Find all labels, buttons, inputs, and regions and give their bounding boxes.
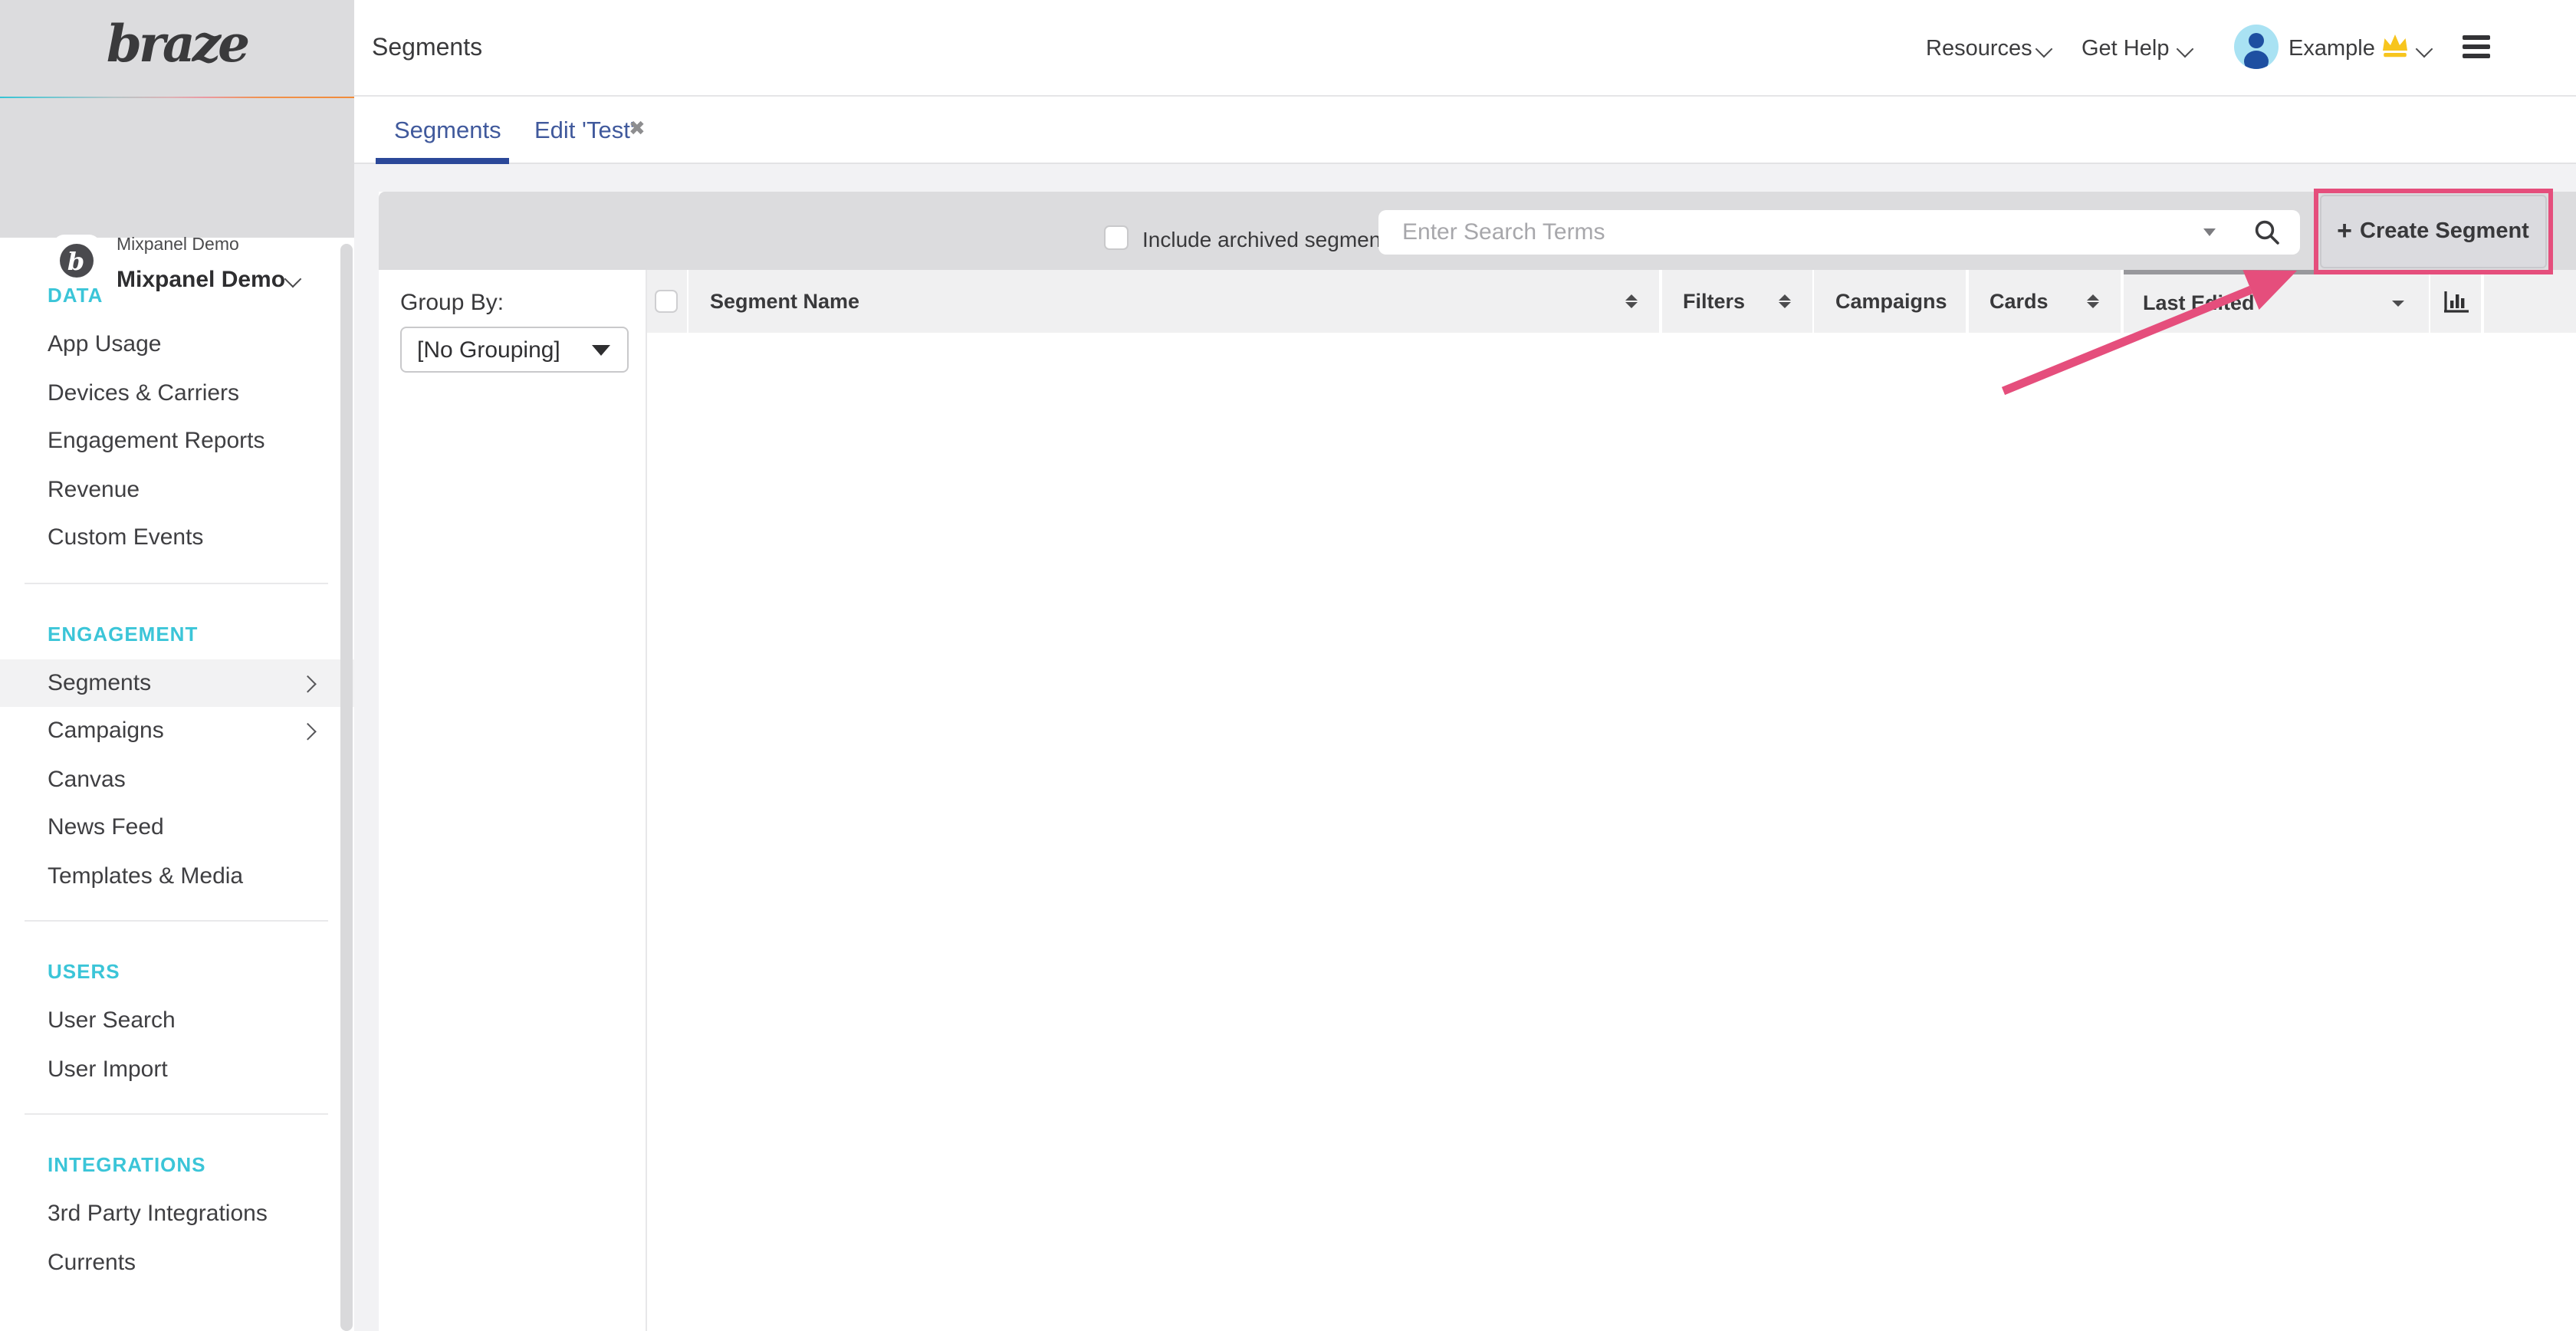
- search-icon[interactable]: [2254, 219, 2280, 245]
- histogram-icon: [2443, 290, 2468, 313]
- panel-divider: [645, 270, 646, 1331]
- sidebar-item-engagement-reports[interactable]: Engagement Reports: [0, 417, 353, 465]
- sidebar-item-app-usage[interactable]: App Usage: [0, 320, 353, 369]
- avatar-icon[interactable]: [2233, 25, 2278, 69]
- sidebar-item-templates-media[interactable]: Templates & Media: [0, 852, 353, 900]
- sidebar-scrollbar[interactable]: [340, 244, 353, 1331]
- column-header-segment-name[interactable]: Segment Name: [688, 270, 1659, 332]
- sidebar-item-custom-events[interactable]: Custom Events: [0, 514, 353, 562]
- sort-icon[interactable]: [1625, 294, 1638, 308]
- sidebar-section-engagement: ENGAGEMENT: [48, 622, 353, 645]
- column-label: Cards: [1990, 290, 2049, 313]
- group-by-dropdown[interactable]: [No Grouping]: [400, 327, 629, 373]
- page-title: Segments: [372, 35, 482, 63]
- column-label: Segment Name: [710, 290, 859, 313]
- sidebar-divider: [25, 920, 327, 922]
- select-all-checkbox[interactable]: [656, 290, 678, 313]
- annotation-rect: [2313, 188, 2553, 274]
- group-by-value: [No Grouping]: [402, 337, 560, 363]
- column-label: Filters: [1683, 290, 1745, 313]
- column-header-analytics[interactable]: [2430, 270, 2481, 332]
- sidebar-item-devices-carriers[interactable]: Devices & Carriers: [0, 369, 353, 417]
- sidebar-item-user-import[interactable]: User Import: [0, 1045, 353, 1093]
- crown-icon: [2380, 32, 2410, 58]
- tab-edit-test[interactable]: Edit 'Test': [534, 118, 635, 146]
- table-header-row: Segment Name Filters Campaigns Cards Las…: [647, 270, 2576, 332]
- close-icon[interactable]: ✖: [629, 118, 646, 141]
- column-label: Campaigns: [1835, 290, 1947, 313]
- column-header-filters[interactable]: Filters: [1661, 270, 1812, 332]
- chevron-right-icon: [300, 723, 316, 739]
- include-archived-checkbox[interactable]: [1104, 225, 1129, 250]
- active-tab-underline: [375, 159, 508, 164]
- sidebar-nav: DATA App Usage Devices & Carriers Engage…: [0, 245, 353, 1287]
- braze-dashboard: braze b Mixpanel Demo Mixpanel Demo DATA…: [0, 0, 2576, 1331]
- column-label: Last Edited: [2143, 292, 2255, 315]
- sidebar-item-revenue[interactable]: Revenue: [0, 465, 353, 514]
- logo-block: braze: [0, 0, 353, 96]
- sidebar-item-3rd-party-integrations[interactable]: 3rd Party Integrations: [0, 1190, 353, 1238]
- sidebar-section-users: USERS: [48, 960, 353, 983]
- sort-icon[interactable]: [2087, 294, 2099, 308]
- user-name[interactable]: Example: [2288, 36, 2375, 61]
- content-strip: [353, 164, 2576, 192]
- sort-icon[interactable]: [1778, 294, 1790, 308]
- group-by-label: Group By:: [400, 290, 504, 316]
- get-help-menu[interactable]: Get Help: [2082, 36, 2169, 61]
- sidebar-item-currents[interactable]: Currents: [0, 1238, 353, 1287]
- search-input[interactable]: [1378, 210, 2300, 254]
- include-archived-label: Include archived segments: [1142, 226, 1398, 251]
- column-header-empty: [2483, 270, 2576, 332]
- sidebar-item-user-search[interactable]: User Search: [0, 997, 353, 1045]
- sidebar-item-canvas[interactable]: Canvas: [0, 755, 353, 804]
- sidebar-item-segments[interactable]: Segments: [0, 659, 353, 707]
- sidebar: braze b Mixpanel Demo Mixpanel Demo DATA…: [0, 0, 353, 1331]
- column-header-cards[interactable]: Cards: [1968, 270, 2121, 332]
- sidebar-item-label: Segments: [48, 669, 151, 695]
- tab-segments[interactable]: Segments: [394, 118, 501, 146]
- resources-menu[interactable]: Resources: [1926, 36, 2032, 61]
- braze-logo[interactable]: braze: [0, 14, 353, 74]
- column-header-campaigns[interactable]: Campaigns: [1814, 270, 1966, 332]
- sidebar-item-campaigns[interactable]: Campaigns: [0, 707, 353, 755]
- sidebar-section-integrations: INTEGRATIONS: [48, 1153, 353, 1176]
- chevron-right-icon: [300, 675, 316, 691]
- column-header-last-edited[interactable]: Last Edited: [2123, 270, 2428, 332]
- sidebar-item-label: Campaigns: [48, 718, 164, 744]
- search-box: [1378, 210, 2300, 254]
- sidebar-divider: [25, 1113, 327, 1115]
- sidebar-divider: [25, 582, 327, 583]
- menu-icon[interactable]: [2463, 35, 2489, 62]
- select-all-header-cell: [647, 270, 686, 332]
- caret-down-icon[interactable]: [2391, 301, 2404, 307]
- content-gutter: [353, 164, 379, 1331]
- caret-down-icon[interactable]: [2203, 228, 2216, 236]
- workspace-switcher[interactable]: b Mixpanel Demo Mixpanel Demo: [0, 99, 353, 238]
- sidebar-section-data: DATA: [48, 284, 353, 307]
- caret-down-icon: [592, 344, 610, 355]
- tab-bar: [353, 96, 2576, 164]
- sidebar-item-news-feed[interactable]: News Feed: [0, 804, 353, 852]
